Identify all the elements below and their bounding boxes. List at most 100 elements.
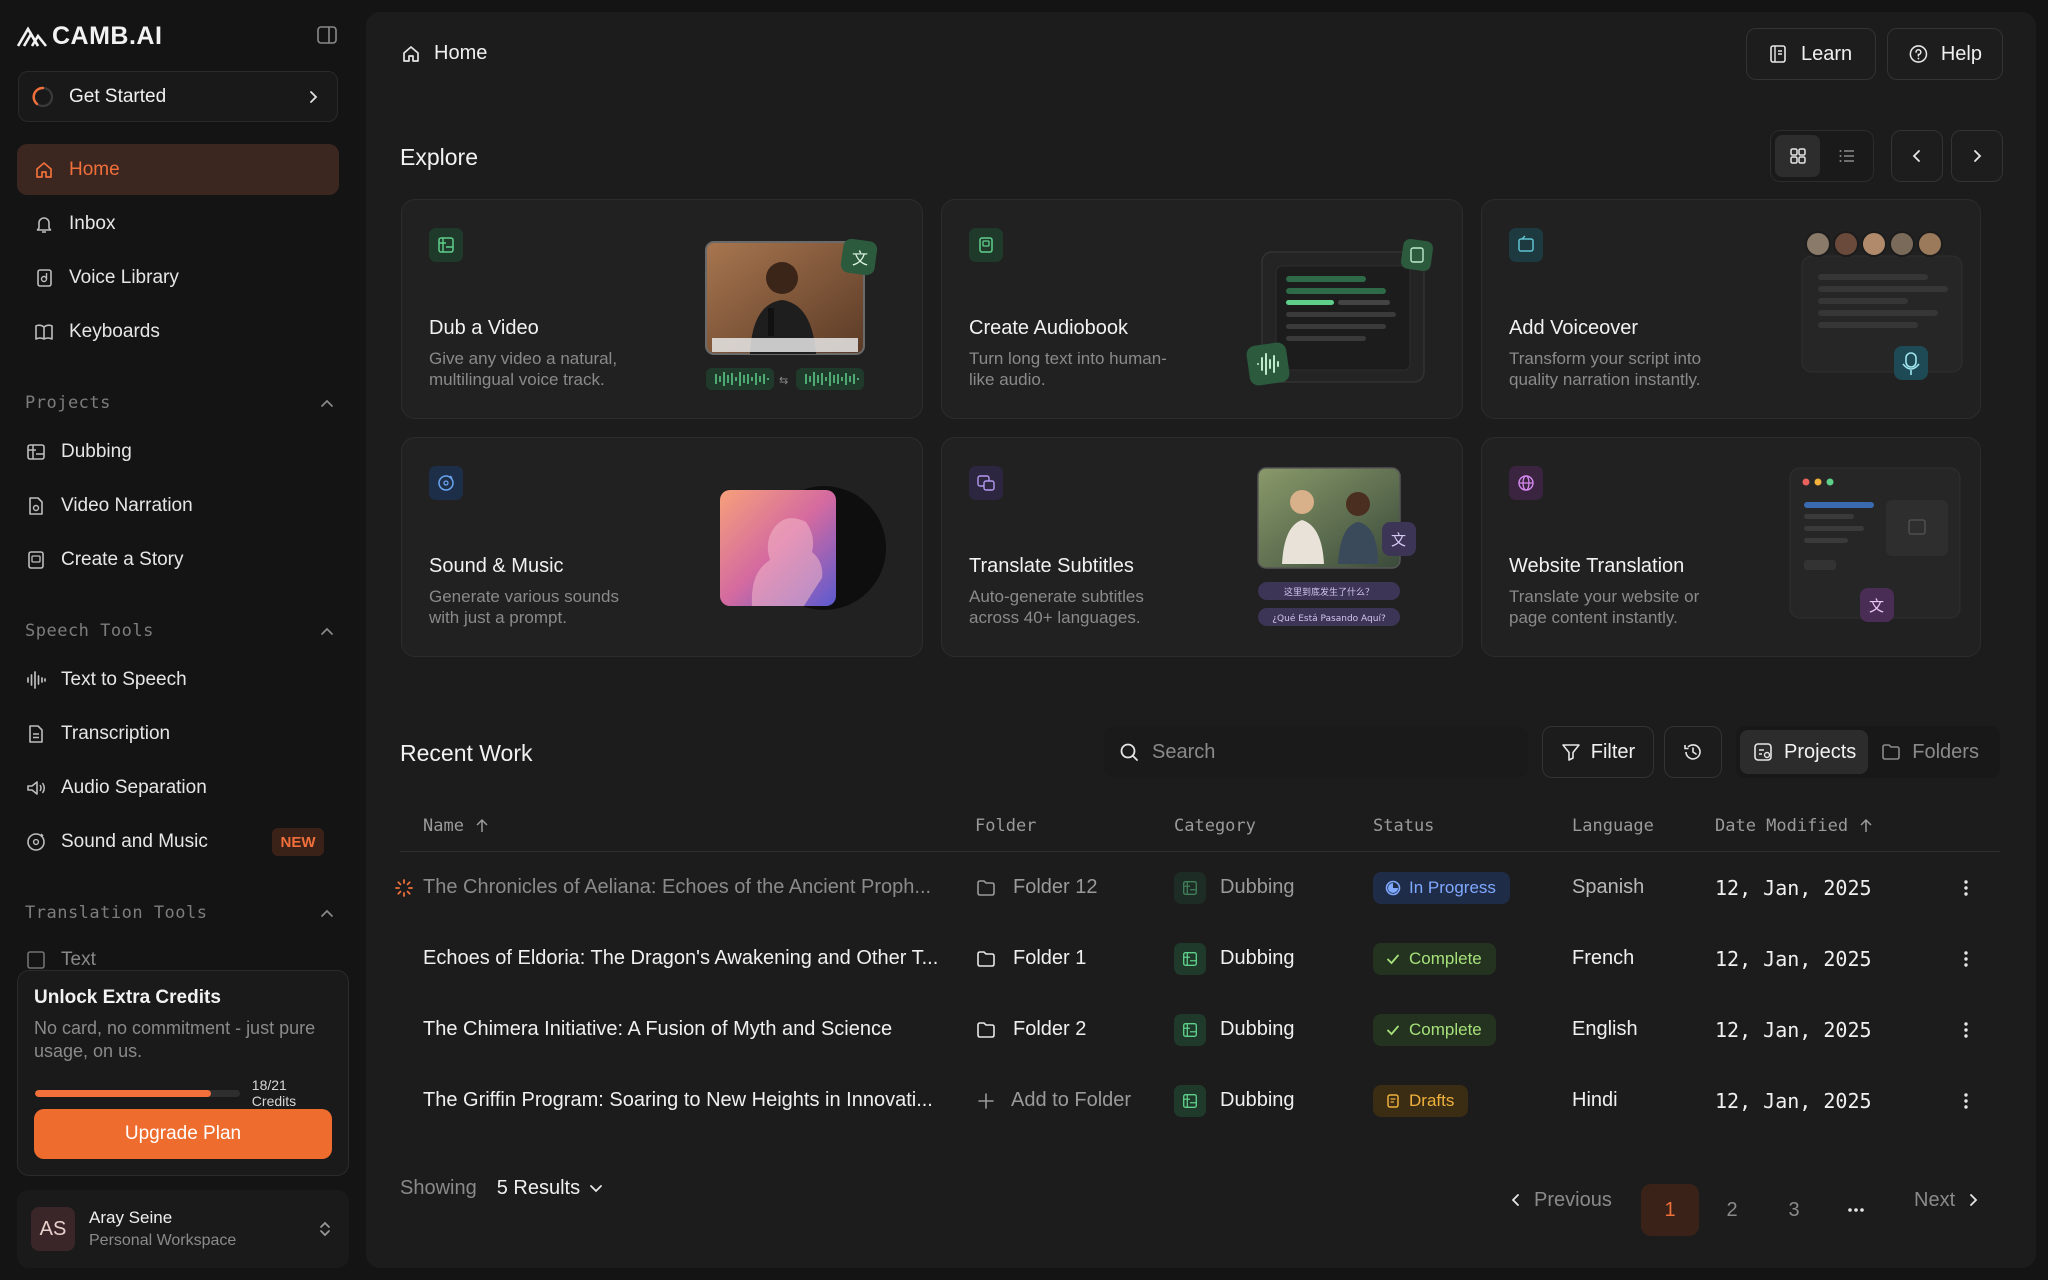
sidebar-item-video-narration[interactable]: Video Narration — [25, 486, 193, 526]
subtitle-preview-spanish: ¿Qué Está Pasando Aquí? — [1272, 614, 1386, 624]
voiceover-icon — [1509, 228, 1543, 262]
sidebar-item-label: Voice Library — [69, 266, 179, 288]
column-header-status[interactable]: Status — [1373, 816, 1434, 836]
table-row[interactable]: The Chronicles of Aeliana: Echoes of the… — [395, 852, 2000, 923]
sidebar-item-create-a-story[interactable]: Create a Story — [25, 540, 184, 580]
explore-title: Explore — [400, 144, 478, 170]
explore-next-button[interactable] — [1951, 130, 2003, 182]
chevron-up-icon[interactable] — [318, 623, 336, 641]
sidebar-item-inbox[interactable]: Inbox — [17, 198, 339, 249]
grid-view-button[interactable] — [1775, 135, 1820, 177]
translate-subtitles-card[interactable]: Translate Subtitles Auto-generate subtit… — [941, 437, 1463, 657]
next-page-button[interactable]: Next — [1914, 1174, 1981, 1226]
column-header-category[interactable]: Category — [1174, 816, 1256, 836]
tab-projects[interactable]: Projects — [1740, 730, 1869, 774]
sidebar-item-home[interactable]: Home — [17, 144, 339, 195]
dubbing-icon — [1174, 942, 1206, 975]
translate-icon — [27, 951, 45, 969]
chevron-up-icon[interactable] — [318, 905, 336, 923]
sort-arrow-up-icon — [476, 818, 488, 832]
language-cell: Spanish — [1572, 876, 1645, 898]
list-view-button[interactable] — [1824, 135, 1869, 177]
sidebar-item-label: Inbox — [69, 212, 116, 234]
sidebar-item-dubbing[interactable]: Dubbing — [25, 432, 132, 472]
table-row[interactable]: The Chimera Initiative: A Fusion of Myth… — [400, 994, 2000, 1065]
sidebar-item-keyboards[interactable]: Keyboards — [17, 306, 339, 357]
chevron-up-icon[interactable] — [318, 395, 336, 413]
add-voiceover-card[interactable]: Add Voiceover Transform your script into… — [1481, 199, 1981, 419]
results-count: 5 Results — [496, 1176, 581, 1199]
website-translation-card[interactable]: Website Translation Translate your websi… — [1481, 437, 1981, 657]
column-header-folder[interactable]: Folder — [975, 816, 1036, 836]
credits-card: Unlock Extra Credits No card, no commitm… — [17, 970, 349, 1176]
list-icon — [1839, 150, 1854, 162]
sidebar-item-audio-separation[interactable]: Audio Separation — [25, 768, 207, 808]
page-3-button[interactable]: 3 — [1765, 1184, 1823, 1236]
learn-button[interactable]: Learn — [1746, 28, 1876, 80]
previous-page-button[interactable]: Previous — [1508, 1174, 1612, 1226]
brand-name: CAMB.AI — [52, 22, 163, 50]
language-cell: Hindi — [1572, 1089, 1618, 1111]
sidebar-item-voice-library[interactable]: Voice Library — [17, 252, 339, 303]
column-header-date-modified[interactable]: Date Modified — [1715, 816, 1874, 836]
column-header-language[interactable]: Language — [1572, 816, 1654, 836]
history-button[interactable] — [1664, 726, 1722, 778]
category-cell: Dubbing — [1174, 852, 1295, 923]
video-preview-illustration: 文 ⇆ — [705, 238, 878, 390]
category-name: Dubbing — [1220, 1018, 1295, 1040]
dub-a-video-card[interactable]: Dub a Video Give any video a natural, mu… — [401, 199, 923, 419]
sidebar-item-label: Dubbing — [61, 441, 132, 462]
search-icon — [1120, 743, 1138, 761]
folder-cell[interactable]: Folder 1 — [975, 923, 1086, 994]
language-cell: English — [1572, 1018, 1638, 1040]
row-menu-button[interactable] — [1956, 923, 1976, 994]
status-cell: Drafts — [1373, 1065, 1469, 1136]
folder-cell[interactable]: Folder 12 — [975, 852, 1098, 923]
sidebar-item-label: Transcription — [61, 723, 171, 744]
results-per-page-select[interactable]: 5 Results — [497, 1177, 604, 1200]
page-2-button[interactable]: 2 — [1703, 1184, 1761, 1236]
sidebar-toggle-icon[interactable] — [316, 24, 338, 46]
upgrade-plan-button[interactable]: Upgrade Plan — [34, 1109, 332, 1159]
create-audiobook-card[interactable]: Create Audiobook Turn long text into hum… — [941, 199, 1463, 419]
credits-progress-fill — [35, 1089, 211, 1097]
recent-work-title: Recent Work — [400, 740, 533, 766]
date-cell: 12, Jan, 2025 — [1715, 875, 1872, 900]
sidebar-item-transcription[interactable]: Transcription — [25, 714, 170, 754]
card-description: Turn long text into human-like audio. — [969, 349, 1167, 389]
date-cell: 12, Jan, 2025 — [1715, 946, 1872, 971]
chevron-down-icon — [590, 1185, 602, 1193]
credits-count: 18/21 Credits — [251, 1077, 297, 1109]
add-to-folder-button[interactable]: Add to Folder — [975, 1065, 1131, 1136]
sidebar-item-text-to-speech[interactable]: Text to Speech — [25, 660, 187, 700]
breadcrumb-label: Home — [434, 42, 488, 64]
filter-button[interactable]: Filter — [1542, 726, 1654, 778]
sound-and-music-card[interactable]: Sound & Music Generate various sounds wi… — [401, 437, 923, 657]
translation-tools-section-label: Translation Tools — [25, 903, 208, 923]
brand-logo[interactable]: CAMB.AI — [16, 22, 162, 51]
page-1-button[interactable]: 1 — [1641, 1184, 1699, 1236]
row-menu-button[interactable] — [1956, 1065, 1976, 1136]
status-label: Complete — [1409, 1019, 1482, 1039]
column-header-name[interactable]: Name — [423, 816, 490, 836]
search-input[interactable]: Search — [1104, 726, 1528, 778]
get-started-button[interactable]: Get Started — [18, 71, 338, 122]
help-button[interactable]: Help — [1887, 28, 2003, 80]
more-pages-icon[interactable] — [1827, 1184, 1885, 1236]
category-cell: Dubbing — [1174, 923, 1295, 994]
card-description: Auto-generate subtitles across 40+ langu… — [969, 587, 1144, 627]
table-row[interactable]: The Griffin Program: Soaring to New Heig… — [400, 1065, 2000, 1136]
in-progress-icon — [1385, 880, 1401, 895]
book-icon — [35, 323, 53, 340]
explore-prev-button[interactable] — [1891, 130, 1943, 182]
workspace-name: Personal Workspace — [89, 1232, 237, 1249]
row-menu-button[interactable] — [1956, 852, 1976, 923]
row-menu-button[interactable] — [1956, 994, 1976, 1065]
table-header: Name Folder Category Status Language Dat… — [400, 802, 2000, 852]
workspace-switcher[interactable]: AS Aray Seine Personal Workspace — [17, 1190, 349, 1268]
table-row[interactable]: Echoes of Eldoria: The Dragon's Awakenin… — [400, 923, 2000, 994]
tab-folders[interactable]: Folders — [1868, 730, 1991, 774]
sidebar-item-sound-and-music[interactable]: Sound and Music — [25, 822, 208, 862]
folder-cell[interactable]: Folder 2 — [975, 994, 1086, 1065]
sidebar-item-label: Audio Separation — [61, 777, 207, 798]
